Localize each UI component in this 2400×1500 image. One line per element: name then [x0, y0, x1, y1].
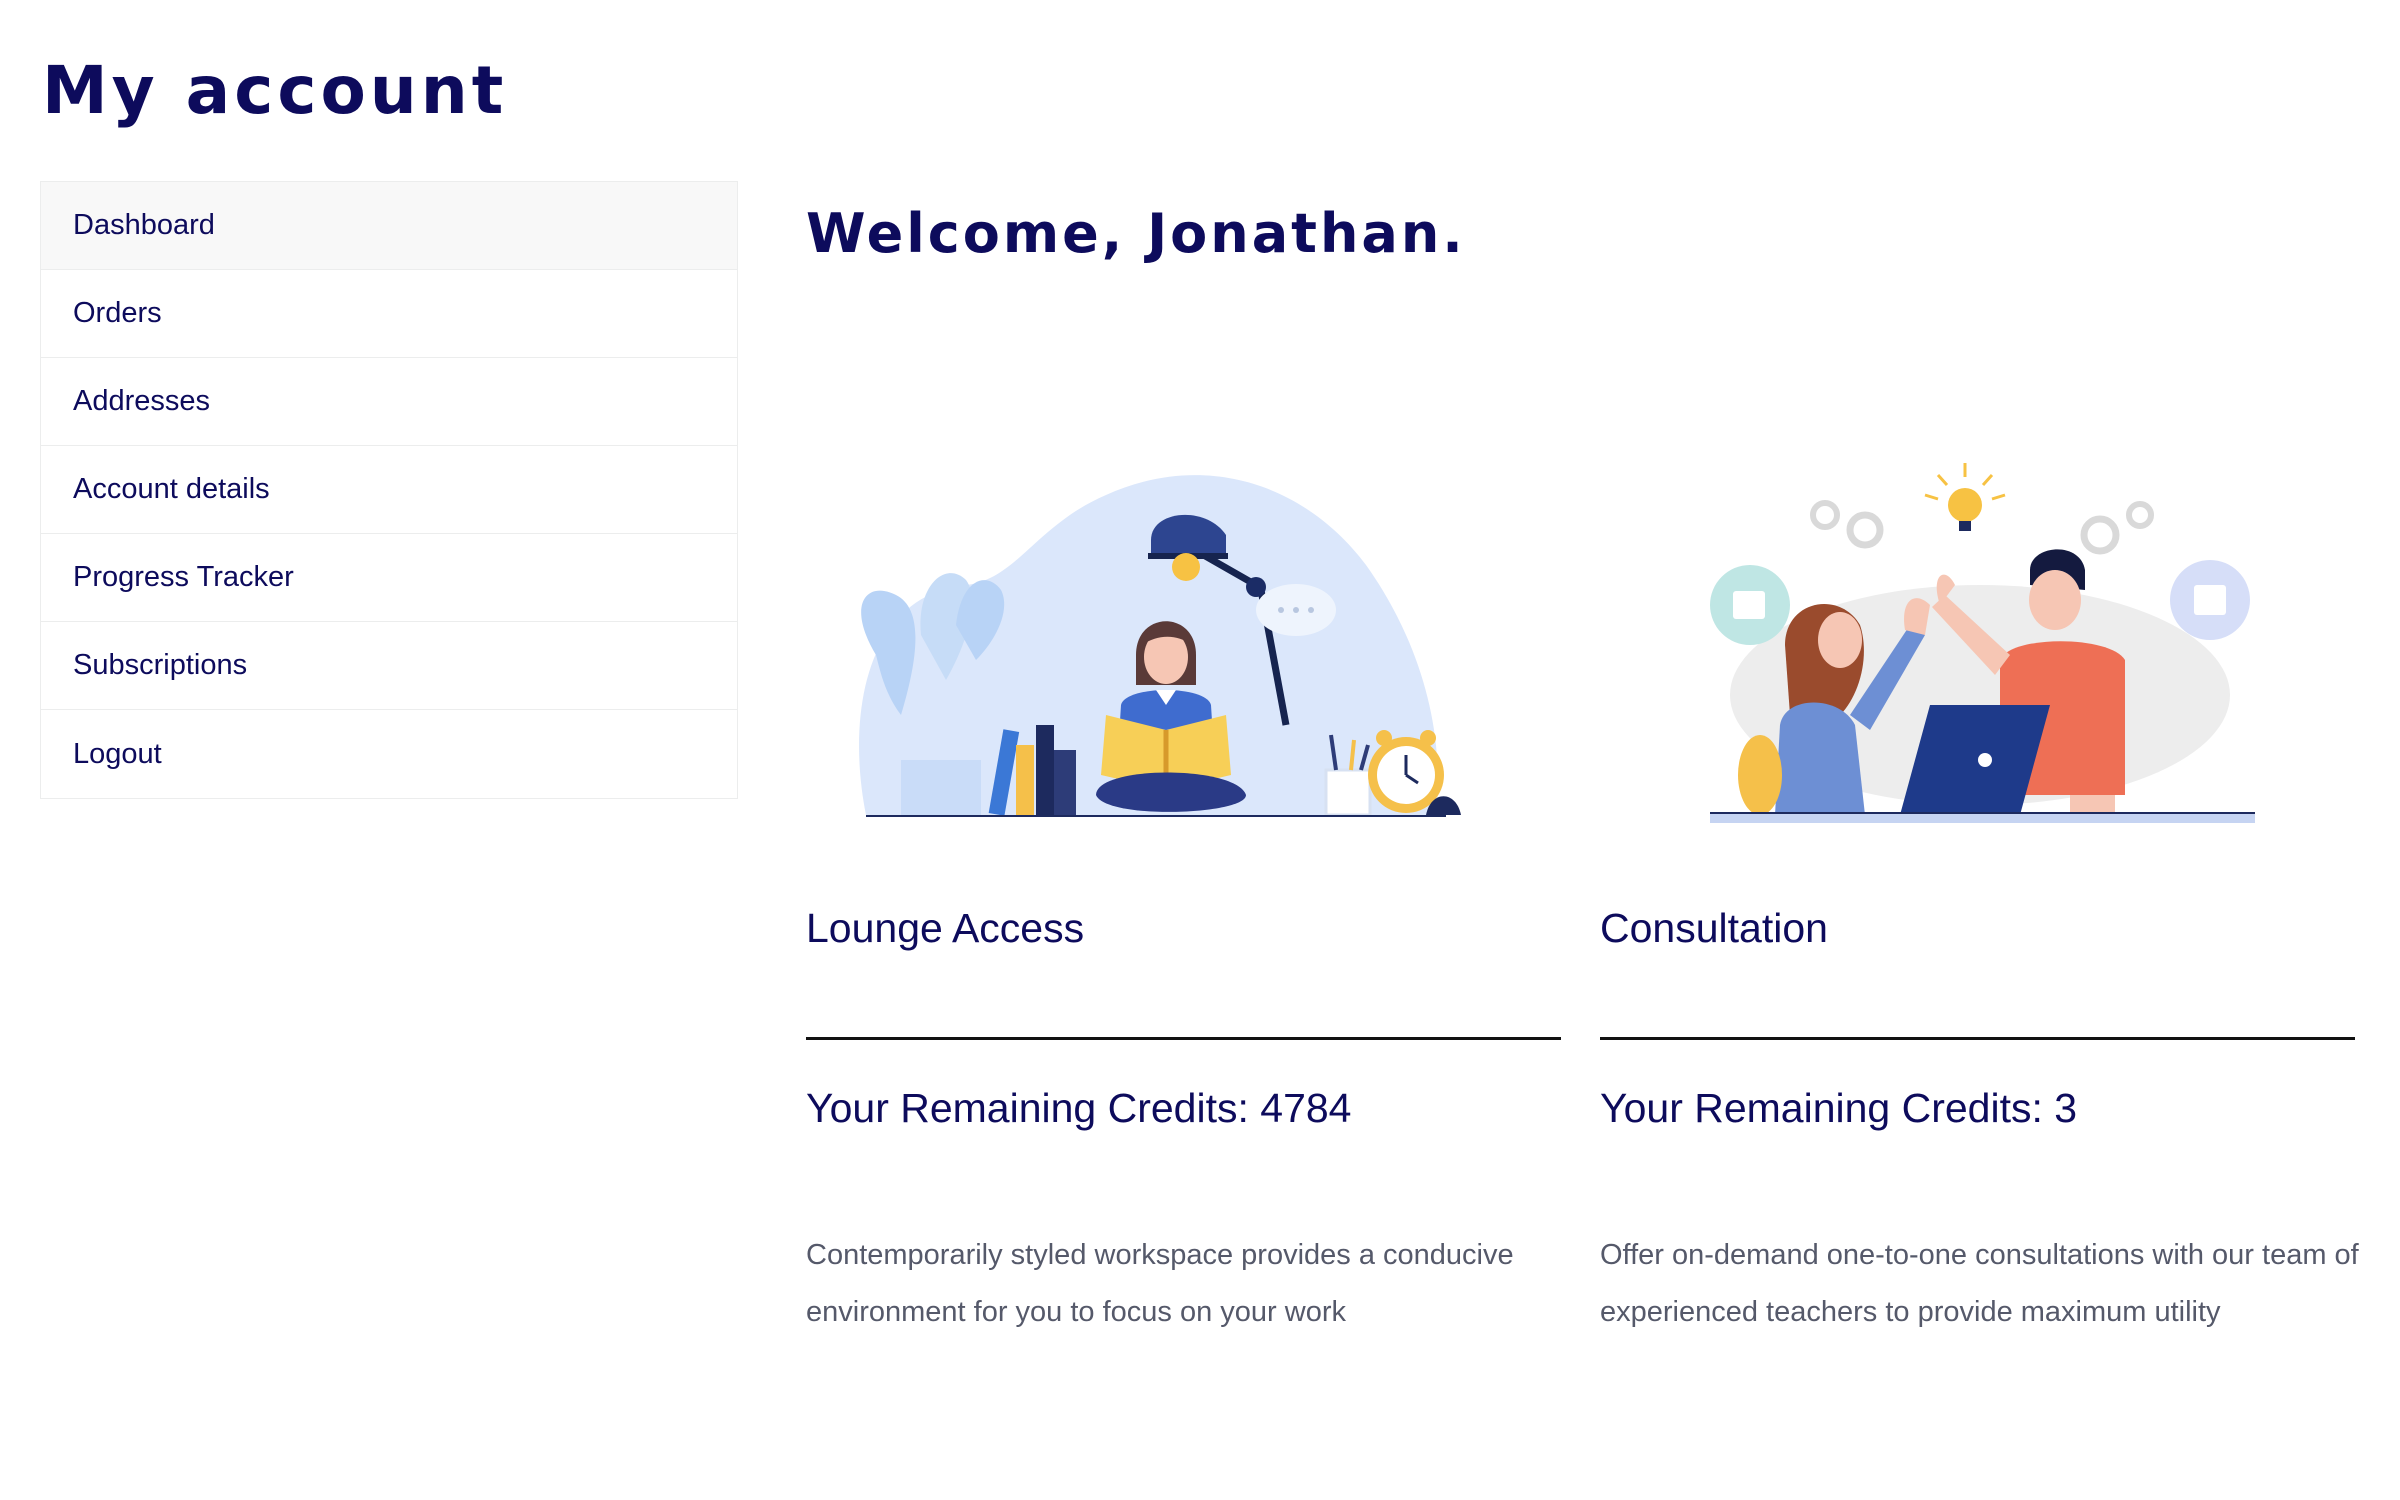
card-divider: [806, 1037, 1561, 1040]
sidebar-item-dashboard[interactable]: Dashboard: [41, 182, 737, 270]
high-five-illustration: [1710, 463, 2255, 823]
lounge-access-card: Lounge Access Your Remaining Credits: 47…: [806, 395, 1561, 1328]
card-description: Contemporarily styled workspace provides…: [806, 1239, 1514, 1328]
remaining-credits: Your Remaining Credits: 4784: [806, 1085, 1351, 1132]
sidebar-item-orders[interactable]: Orders: [41, 270, 737, 358]
card-title: Lounge Access: [806, 905, 1085, 951]
sidebar-item-subscriptions[interactable]: Subscriptions: [41, 622, 737, 710]
welcome-heading: Welcome, Jonathan.: [806, 202, 1466, 265]
credits-value: 3: [2054, 1085, 2078, 1131]
sidebar-item-account-details[interactable]: Account details: [41, 446, 737, 534]
account-sidebar: Dashboard Orders Addresses Account detai…: [40, 181, 738, 799]
sidebar-item-progress-tracker[interactable]: Progress Tracker: [41, 534, 737, 622]
card-description: Offer on-demand one-to-one consultations…: [1600, 1239, 2359, 1328]
sidebar-item-addresses[interactable]: Addresses: [41, 358, 737, 446]
credits-value: 4784: [1260, 1085, 1352, 1131]
consultation-card: Consultation Your Remaining Credits: 3 O…: [1600, 395, 2359, 1328]
credits-label: Your Remaining Credits:: [1600, 1085, 2055, 1131]
sidebar-item-logout[interactable]: Logout: [41, 710, 737, 798]
card-divider: [1600, 1037, 2355, 1040]
page-title: My account: [42, 52, 508, 129]
remaining-credits: Your Remaining Credits: 3: [1600, 1085, 2077, 1132]
credits-label: Your Remaining Credits:: [806, 1085, 1261, 1131]
reading-woman-illustration: [859, 475, 1461, 817]
card-title: Consultation: [1600, 905, 1828, 951]
